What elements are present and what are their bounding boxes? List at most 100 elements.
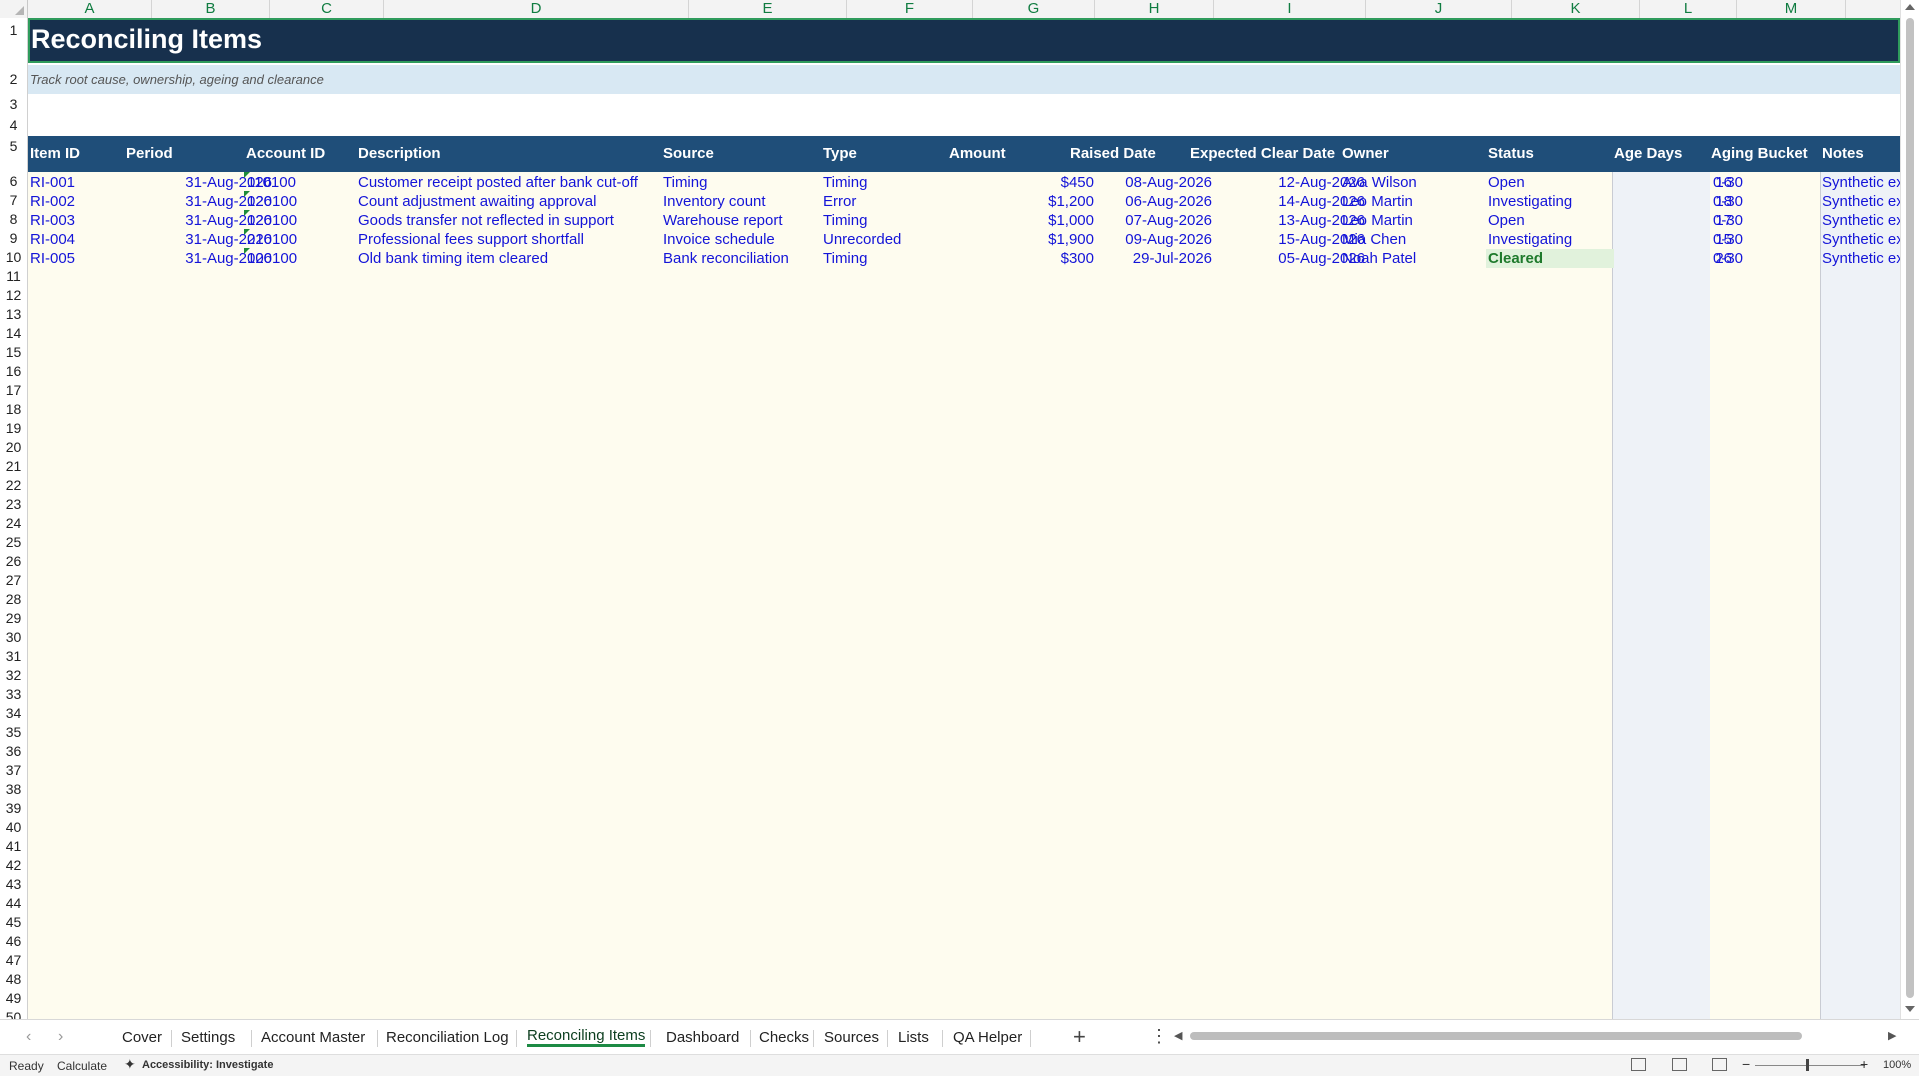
row-header-10[interactable]: 10 [0, 248, 27, 267]
row-header-31[interactable]: 31 [0, 647, 27, 666]
column-header-e[interactable]: E [689, 0, 847, 18]
cell-amount[interactable]: $450 [973, 173, 1094, 192]
cell-type[interactable]: Timing [823, 211, 945, 230]
sheet-tab-settings[interactable]: Settings [175, 1027, 241, 1049]
row-header-16[interactable]: 16 [0, 362, 27, 381]
cell-source[interactable]: Invoice schedule [663, 230, 817, 249]
row-header-6[interactable]: 6 [0, 172, 27, 191]
row-header-8[interactable]: 8 [0, 210, 27, 229]
horizontal-scrollbar[interactable]: ◀ ▶ [1172, 1029, 1902, 1043]
add-sheet-button[interactable]: + [1073, 1024, 1086, 1050]
column-header-a[interactable]: A [28, 0, 152, 18]
row-header-25[interactable]: 25 [0, 533, 27, 552]
row-header-38[interactable]: 38 [0, 780, 27, 799]
cell-id[interactable]: RI-001 [30, 173, 150, 192]
row-header-29[interactable]: 29 [0, 609, 27, 628]
scroll-down-icon[interactable] [1905, 1006, 1915, 1012]
header-type[interactable]: Type [823, 145, 857, 162]
row-header-34[interactable]: 34 [0, 704, 27, 723]
column-header-i[interactable]: I [1214, 0, 1366, 18]
row-header-11[interactable]: 11 [0, 267, 27, 286]
row-header-20[interactable]: 20 [0, 438, 27, 457]
row-header-40[interactable]: 40 [0, 818, 27, 837]
header-account-id[interactable]: Account ID [246, 145, 325, 162]
sheet-tab-checks[interactable]: Checks [753, 1027, 815, 1049]
cell-bucket[interactable]: 0-30 [1713, 249, 1813, 268]
row-header-39[interactable]: 39 [0, 799, 27, 818]
cell-description[interactable]: Count adjustment awaiting approval [358, 192, 659, 211]
cell-source[interactable]: Bank reconciliation [663, 249, 817, 268]
column-header-b[interactable]: B [152, 0, 270, 18]
tab-scroll-right-icon[interactable]: › [58, 1028, 63, 1046]
cell-bucket[interactable]: 0-30 [1713, 173, 1813, 192]
row-header-44[interactable]: 44 [0, 894, 27, 913]
column-header-f[interactable]: F [847, 0, 973, 18]
cell-id[interactable]: RI-005 [30, 249, 150, 268]
page-break-view-icon[interactable] [1712, 1058, 1727, 1071]
row-header-18[interactable]: 18 [0, 400, 27, 419]
row-header-50[interactable]: 50 [0, 1008, 27, 1019]
column-header-j[interactable]: J [1366, 0, 1512, 18]
header-raised-date[interactable]: Raised Date [1070, 145, 1156, 162]
tab-scroll-left-icon[interactable]: ‹ [26, 1028, 31, 1046]
scroll-left-icon[interactable]: ◀ [1174, 1029, 1182, 1042]
cell-status[interactable]: Open [1488, 173, 1612, 192]
header-period[interactable]: Period [126, 145, 173, 162]
row-header-3[interactable]: 3 [0, 94, 27, 114]
cell-account[interactable]: 100100 [247, 249, 357, 268]
page-layout-view-icon[interactable] [1672, 1058, 1687, 1071]
row-header-28[interactable]: 28 [0, 590, 27, 609]
sheet-tab-lists[interactable]: Lists [892, 1027, 935, 1049]
cell-amount[interactable]: $1,000 [973, 211, 1094, 230]
row-header-9[interactable]: 9 [0, 229, 27, 248]
row-header-26[interactable]: 26 [0, 552, 27, 571]
header-item-id[interactable]: Item ID [30, 145, 80, 162]
cell-id[interactable]: RI-002 [30, 192, 150, 211]
cell-bucket[interactable]: 0-30 [1713, 211, 1813, 230]
cell-description[interactable]: Goods transfer not reflected in support [358, 211, 659, 230]
cell-raised[interactable]: 09-Aug-2026 [1095, 230, 1212, 249]
cell-account[interactable]: 210100 [247, 230, 357, 249]
horizontal-scroll-thumb[interactable] [1190, 1032, 1802, 1040]
row-header-19[interactable]: 19 [0, 419, 27, 438]
row-header-37[interactable]: 37 [0, 761, 27, 780]
cell-raised[interactable]: 08-Aug-2026 [1095, 173, 1212, 192]
cell-amount[interactable]: $1,200 [973, 192, 1094, 211]
column-header-d[interactable]: D [384, 0, 689, 18]
header-owner[interactable]: Owner [1342, 145, 1389, 162]
cell-type[interactable]: Timing [823, 173, 945, 192]
column-header-c[interactable]: C [270, 0, 384, 18]
row-header-49[interactable]: 49 [0, 989, 27, 1008]
row-header-43[interactable]: 43 [0, 875, 27, 894]
row-header-14[interactable]: 14 [0, 324, 27, 343]
sheet-tab-dashboard[interactable]: Dashboard [660, 1027, 745, 1049]
cell-bucket[interactable]: 0-30 [1713, 230, 1813, 249]
row-header-21[interactable]: 21 [0, 457, 27, 476]
cell-account[interactable]: 110100 [247, 173, 357, 192]
column-header-m[interactable]: M [1737, 0, 1846, 18]
sheet-tab-qa-helper[interactable]: QA Helper [947, 1027, 1028, 1049]
row-header-24[interactable]: 24 [0, 514, 27, 533]
cell-account[interactable]: 120100 [247, 192, 357, 211]
row-header-2[interactable]: 2 [0, 65, 27, 94]
cell-notes[interactable]: Synthetic example [1822, 230, 1900, 249]
cell-description[interactable]: Old bank timing item cleared [358, 249, 659, 268]
header-expected-clear-date[interactable]: Expected Clear Date [1190, 145, 1335, 162]
row-header-15[interactable]: 15 [0, 343, 27, 362]
row-header-13[interactable]: 13 [0, 305, 27, 324]
zoom-level[interactable]: 100% [1883, 1059, 1911, 1071]
sheet-tab-account-master[interactable]: Account Master [255, 1027, 371, 1049]
header-aging-bucket[interactable]: Aging Bucket [1711, 145, 1808, 162]
more-options-icon[interactable]: ⋮ [1150, 1026, 1168, 1047]
cell-type[interactable]: Error [823, 192, 945, 211]
normal-view-icon[interactable] [1631, 1058, 1646, 1071]
header-amount[interactable]: Amount [949, 145, 1006, 162]
scroll-up-icon[interactable] [1905, 4, 1915, 10]
cell-notes[interactable]: Synthetic example [1822, 249, 1900, 268]
zoom-slider[interactable] [1755, 1065, 1865, 1066]
cell-description[interactable]: Professional fees support shortfall [358, 230, 659, 249]
cell-amount[interactable]: $300 [973, 249, 1094, 268]
sheet-tab-cover[interactable]: Cover [116, 1027, 168, 1049]
row-header-46[interactable]: 46 [0, 932, 27, 951]
cell-status[interactable]: Investigating [1488, 230, 1612, 249]
